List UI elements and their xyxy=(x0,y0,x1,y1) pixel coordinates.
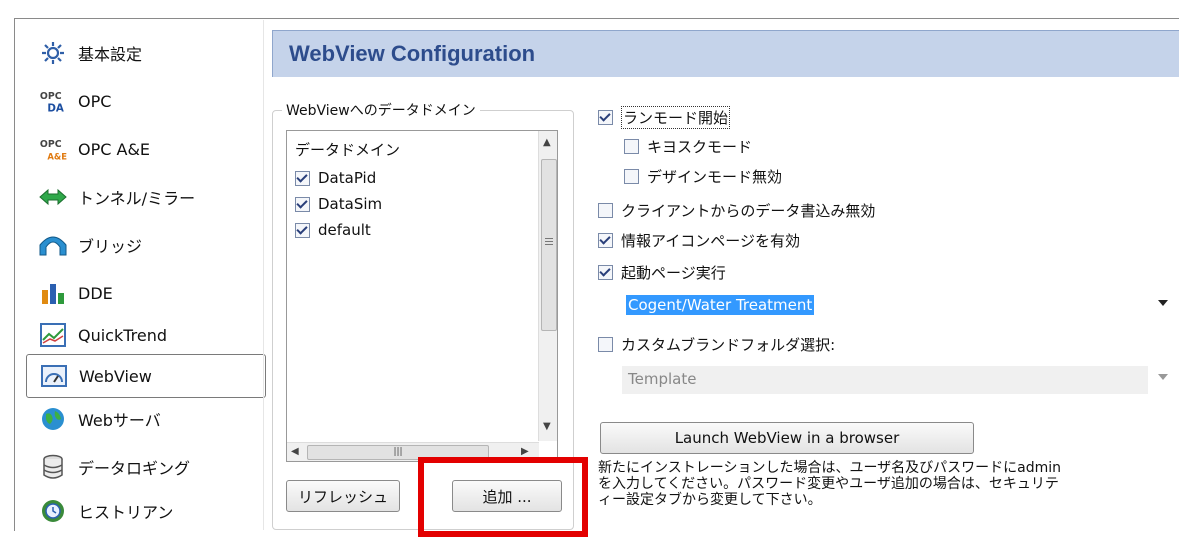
domain-label: default xyxy=(318,221,371,239)
sidebar-item-bridge[interactable]: ブリッジ xyxy=(26,224,262,266)
client-write-disable-label: クライアントからのデータ書込み無効 xyxy=(621,202,876,220)
sidebar-item-data-logging[interactable]: データロギング xyxy=(26,446,262,488)
webview-icon xyxy=(39,361,69,391)
design-mode-disable-option[interactable]: デザインモード無効 xyxy=(624,166,782,187)
opc-ae-icon: OPC A&E xyxy=(38,134,68,164)
sidebar-item-basic-settings[interactable]: 基本設定 xyxy=(26,32,262,74)
sidebar-item-opc[interactable]: OPC DA OPC xyxy=(26,80,262,122)
sidebar-item-historian[interactable]: ヒストリアン xyxy=(26,490,262,532)
config-header: WebView Configuration xyxy=(272,30,1179,77)
sidebar-item-label: ブリッジ xyxy=(78,237,143,256)
scroll-left-icon[interactable]: ◀ xyxy=(291,446,299,457)
domain-label: DataPid xyxy=(318,169,377,187)
info-icon-page-label: 情報アイコンページを有効 xyxy=(621,232,800,250)
gear-icon xyxy=(38,38,68,68)
startup-page-value: Cogent/Water Treatment xyxy=(626,295,815,315)
client-write-disable-option[interactable]: クライアントからのデータ書込み無効 xyxy=(598,200,875,221)
scroll-right-icon[interactable]: ▶ xyxy=(521,446,529,457)
dde-icon xyxy=(38,278,68,308)
list-item[interactable]: default xyxy=(295,221,371,239)
install-notes: 新たにインストレーションした場合は、ユーザ名及びパスワードにadmin を入力し… xyxy=(598,460,1062,508)
vertical-scroll-thumb[interactable] xyxy=(541,159,557,331)
opc-da-icon: OPC DA xyxy=(38,86,68,116)
svg-text:OPC: OPC xyxy=(40,91,62,102)
launch-webview-button[interactable]: Launch WebView in a browser xyxy=(600,422,974,454)
refresh-button[interactable]: リフレッシュ xyxy=(286,480,400,512)
startup-page-checkbox[interactable] xyxy=(598,265,613,280)
chevron-down-icon xyxy=(1158,374,1168,380)
sidebar-item-label: Webサーバ xyxy=(78,411,161,430)
sidebar-divider xyxy=(263,20,264,530)
vertical-scrollbar[interactable]: ▲ ▼ xyxy=(538,131,557,441)
custom-brand-option[interactable]: カスタムブランドフォルダ選択: xyxy=(598,334,835,355)
run-mode-option[interactable]: ランモード開始 xyxy=(598,106,731,129)
quicktrend-icon xyxy=(38,320,68,350)
startup-page-option[interactable]: 起動ページ実行 xyxy=(598,262,726,283)
domain-checkbox[interactable] xyxy=(295,222,310,238)
sidebar-item-tunnel[interactable]: トンネル/ミラー xyxy=(26,176,262,218)
sidebar-item-webview[interactable]: WebView xyxy=(26,354,266,398)
design-mode-disable-label: デザインモード無効 xyxy=(647,168,783,186)
sidebar-item-label: WebView xyxy=(79,366,152,386)
kiosk-mode-checkbox[interactable] xyxy=(624,139,639,154)
kiosk-mode-option[interactable]: キヨスクモード xyxy=(624,136,752,157)
database-icon xyxy=(38,452,68,482)
sidebar-item-label: OPC A&E xyxy=(78,139,151,159)
globe-icon xyxy=(38,404,68,434)
historian-icon xyxy=(38,496,68,526)
domain-group-title: WebViewへのデータドメイン xyxy=(282,100,480,120)
startup-page-select[interactable]: Cogent/Water Treatment xyxy=(622,292,1174,320)
custom-brand-label: カスタムブランドフォルダ選択: xyxy=(621,336,836,354)
client-write-disable-checkbox[interactable] xyxy=(598,203,613,218)
chevron-down-icon[interactable] xyxy=(1158,300,1168,306)
brand-folder-select: Template xyxy=(622,366,1174,394)
sidebar-item-dde[interactable]: DDE xyxy=(26,272,262,314)
domain-checkbox[interactable] xyxy=(295,170,310,186)
list-item[interactable]: DataPid xyxy=(295,169,376,187)
sidebar-item-web-server[interactable]: Webサーバ xyxy=(26,398,262,440)
brand-folder-value: Template xyxy=(628,370,697,388)
domain-list[interactable]: データドメイン DataPid DataSim default ▲ ▼ ◀ ||… xyxy=(286,130,558,462)
info-icon-page-checkbox[interactable] xyxy=(598,233,613,248)
startup-page-label: 起動ページ実行 xyxy=(621,264,726,282)
brand-folder-arrow-area xyxy=(1148,366,1174,394)
domain-checkbox[interactable] xyxy=(295,196,310,212)
highlight-annotation-box xyxy=(418,457,588,537)
domain-column-header: データドメイン xyxy=(295,141,401,159)
sidebar-item-label: DDE xyxy=(78,283,113,303)
sidebar-item-label: ヒストリアン xyxy=(78,503,174,522)
scroll-down-icon[interactable]: ▼ xyxy=(543,421,551,432)
scroll-up-icon[interactable]: ▲ xyxy=(543,137,551,148)
tunnel-icon xyxy=(38,182,68,212)
svg-text:A&E: A&E xyxy=(47,151,67,161)
webview-settings-window: 基本設定 OPC DA OPC OPC A&E OPC A&E トンネル/ミラー ブ… xyxy=(0,0,1179,537)
sidebar-item-quicktrend[interactable]: QuickTrend xyxy=(26,314,262,356)
run-mode-checkbox[interactable] xyxy=(598,110,613,125)
sidebar-item-label: データロギング xyxy=(78,459,191,478)
svg-text:OPC: OPC xyxy=(40,139,62,150)
domain-label: DataSim xyxy=(318,195,383,213)
custom-brand-checkbox[interactable] xyxy=(598,337,613,352)
run-mode-label: ランモード開始 xyxy=(621,106,731,129)
svg-text:DA: DA xyxy=(47,102,64,114)
sidebar-item-label: QuickTrend xyxy=(78,325,168,345)
sidebar-item-label: 基本設定 xyxy=(78,45,143,64)
design-mode-disable-checkbox[interactable] xyxy=(624,169,639,184)
bridge-icon xyxy=(38,230,68,260)
info-icon-page-option[interactable]: 情報アイコンページを有効 xyxy=(598,230,800,251)
list-item[interactable]: DataSim xyxy=(295,195,382,213)
settings-sidebar: 基本設定 OPC DA OPC OPC A&E OPC A&E トンネル/ミラー ブ… xyxy=(16,20,266,532)
sidebar-item-label: トンネル/ミラー xyxy=(78,189,196,208)
sidebar-item-opc-ae[interactable]: OPC A&E OPC A&E xyxy=(26,128,262,170)
sidebar-item-label: OPC xyxy=(78,91,112,111)
page-title: WebView Configuration xyxy=(289,41,536,66)
kiosk-mode-label: キヨスクモード xyxy=(647,138,753,156)
